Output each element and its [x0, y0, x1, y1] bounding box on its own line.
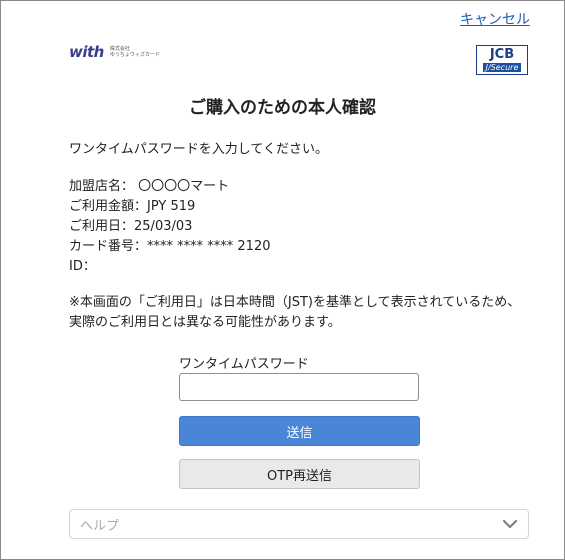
id-label: ID：	[69, 259, 96, 274]
transaction-details: 加盟店名： 〇〇〇〇マート ご利用金額：JPY 519 ご利用日：25/03/0…	[69, 177, 271, 277]
merchant-row: 加盟店名： 〇〇〇〇マート	[69, 177, 271, 197]
instruction-text: ワンタイムパスワードを入力してください。	[69, 142, 328, 157]
send-button[interactable]: 送信	[179, 416, 420, 446]
card-number-value: **** **** **** 2120	[147, 239, 271, 254]
card-number-row: カード番号：**** **** **** 2120	[69, 237, 271, 257]
date-notice: ※本画面の「ご利用日」は日本時間（JST)を基準として表示されているため、 実際…	[69, 293, 539, 333]
with-logo-subtext: 株式会社 ゆうちょウィズカード	[110, 46, 160, 58]
amount-value: JPY 519	[147, 199, 196, 214]
notice-line-2: 実際のご利用日とは異なる可能性があります。	[69, 315, 341, 330]
with-logo-wordmark: with	[69, 43, 104, 61]
cancel-link[interactable]: キャンセル	[460, 9, 530, 29]
notice-line-1: ※本画面の「ご利用日」は日本時間（JST)を基準として表示されているため、	[69, 295, 521, 310]
date-row: ご利用日：25/03/03	[69, 217, 271, 237]
authentication-window: キャンセル with 株式会社 ゆうちょウィズカード JCB J/Secure …	[0, 0, 565, 560]
jsecure-logo-text: J/Secure	[482, 63, 522, 72]
with-card-logo: with 株式会社 ゆうちょウィズカード	[69, 43, 160, 61]
otp-label: ワンタイムパスワード	[179, 357, 309, 372]
with-logo-sub-line2: ゆうちょウィズカード	[109, 52, 160, 58]
chevron-down-icon	[502, 516, 518, 532]
jcb-logo-text: JCB	[489, 47, 515, 62]
id-row: ID：	[69, 257, 271, 277]
resend-otp-button[interactable]: OTP再送信	[179, 459, 420, 489]
help-label: ヘルプ	[80, 518, 120, 534]
help-accordion[interactable]: ヘルプ	[69, 509, 529, 539]
jcb-secure-logo: JCB J/Secure	[476, 45, 528, 75]
merchant-value: 〇〇〇〇マート	[138, 179, 230, 194]
amount-row: ご利用金額：JPY 519	[69, 197, 271, 217]
otp-input[interactable]	[179, 373, 419, 401]
amount-label: ご利用金額：	[69, 199, 148, 214]
page-title: ご購入のための本人確認	[189, 98, 376, 118]
date-value: 25/03/03	[134, 219, 193, 234]
card-number-label: カード番号：	[69, 239, 148, 254]
date-label: ご利用日：	[69, 219, 135, 234]
merchant-label: 加盟店名：	[69, 179, 135, 194]
